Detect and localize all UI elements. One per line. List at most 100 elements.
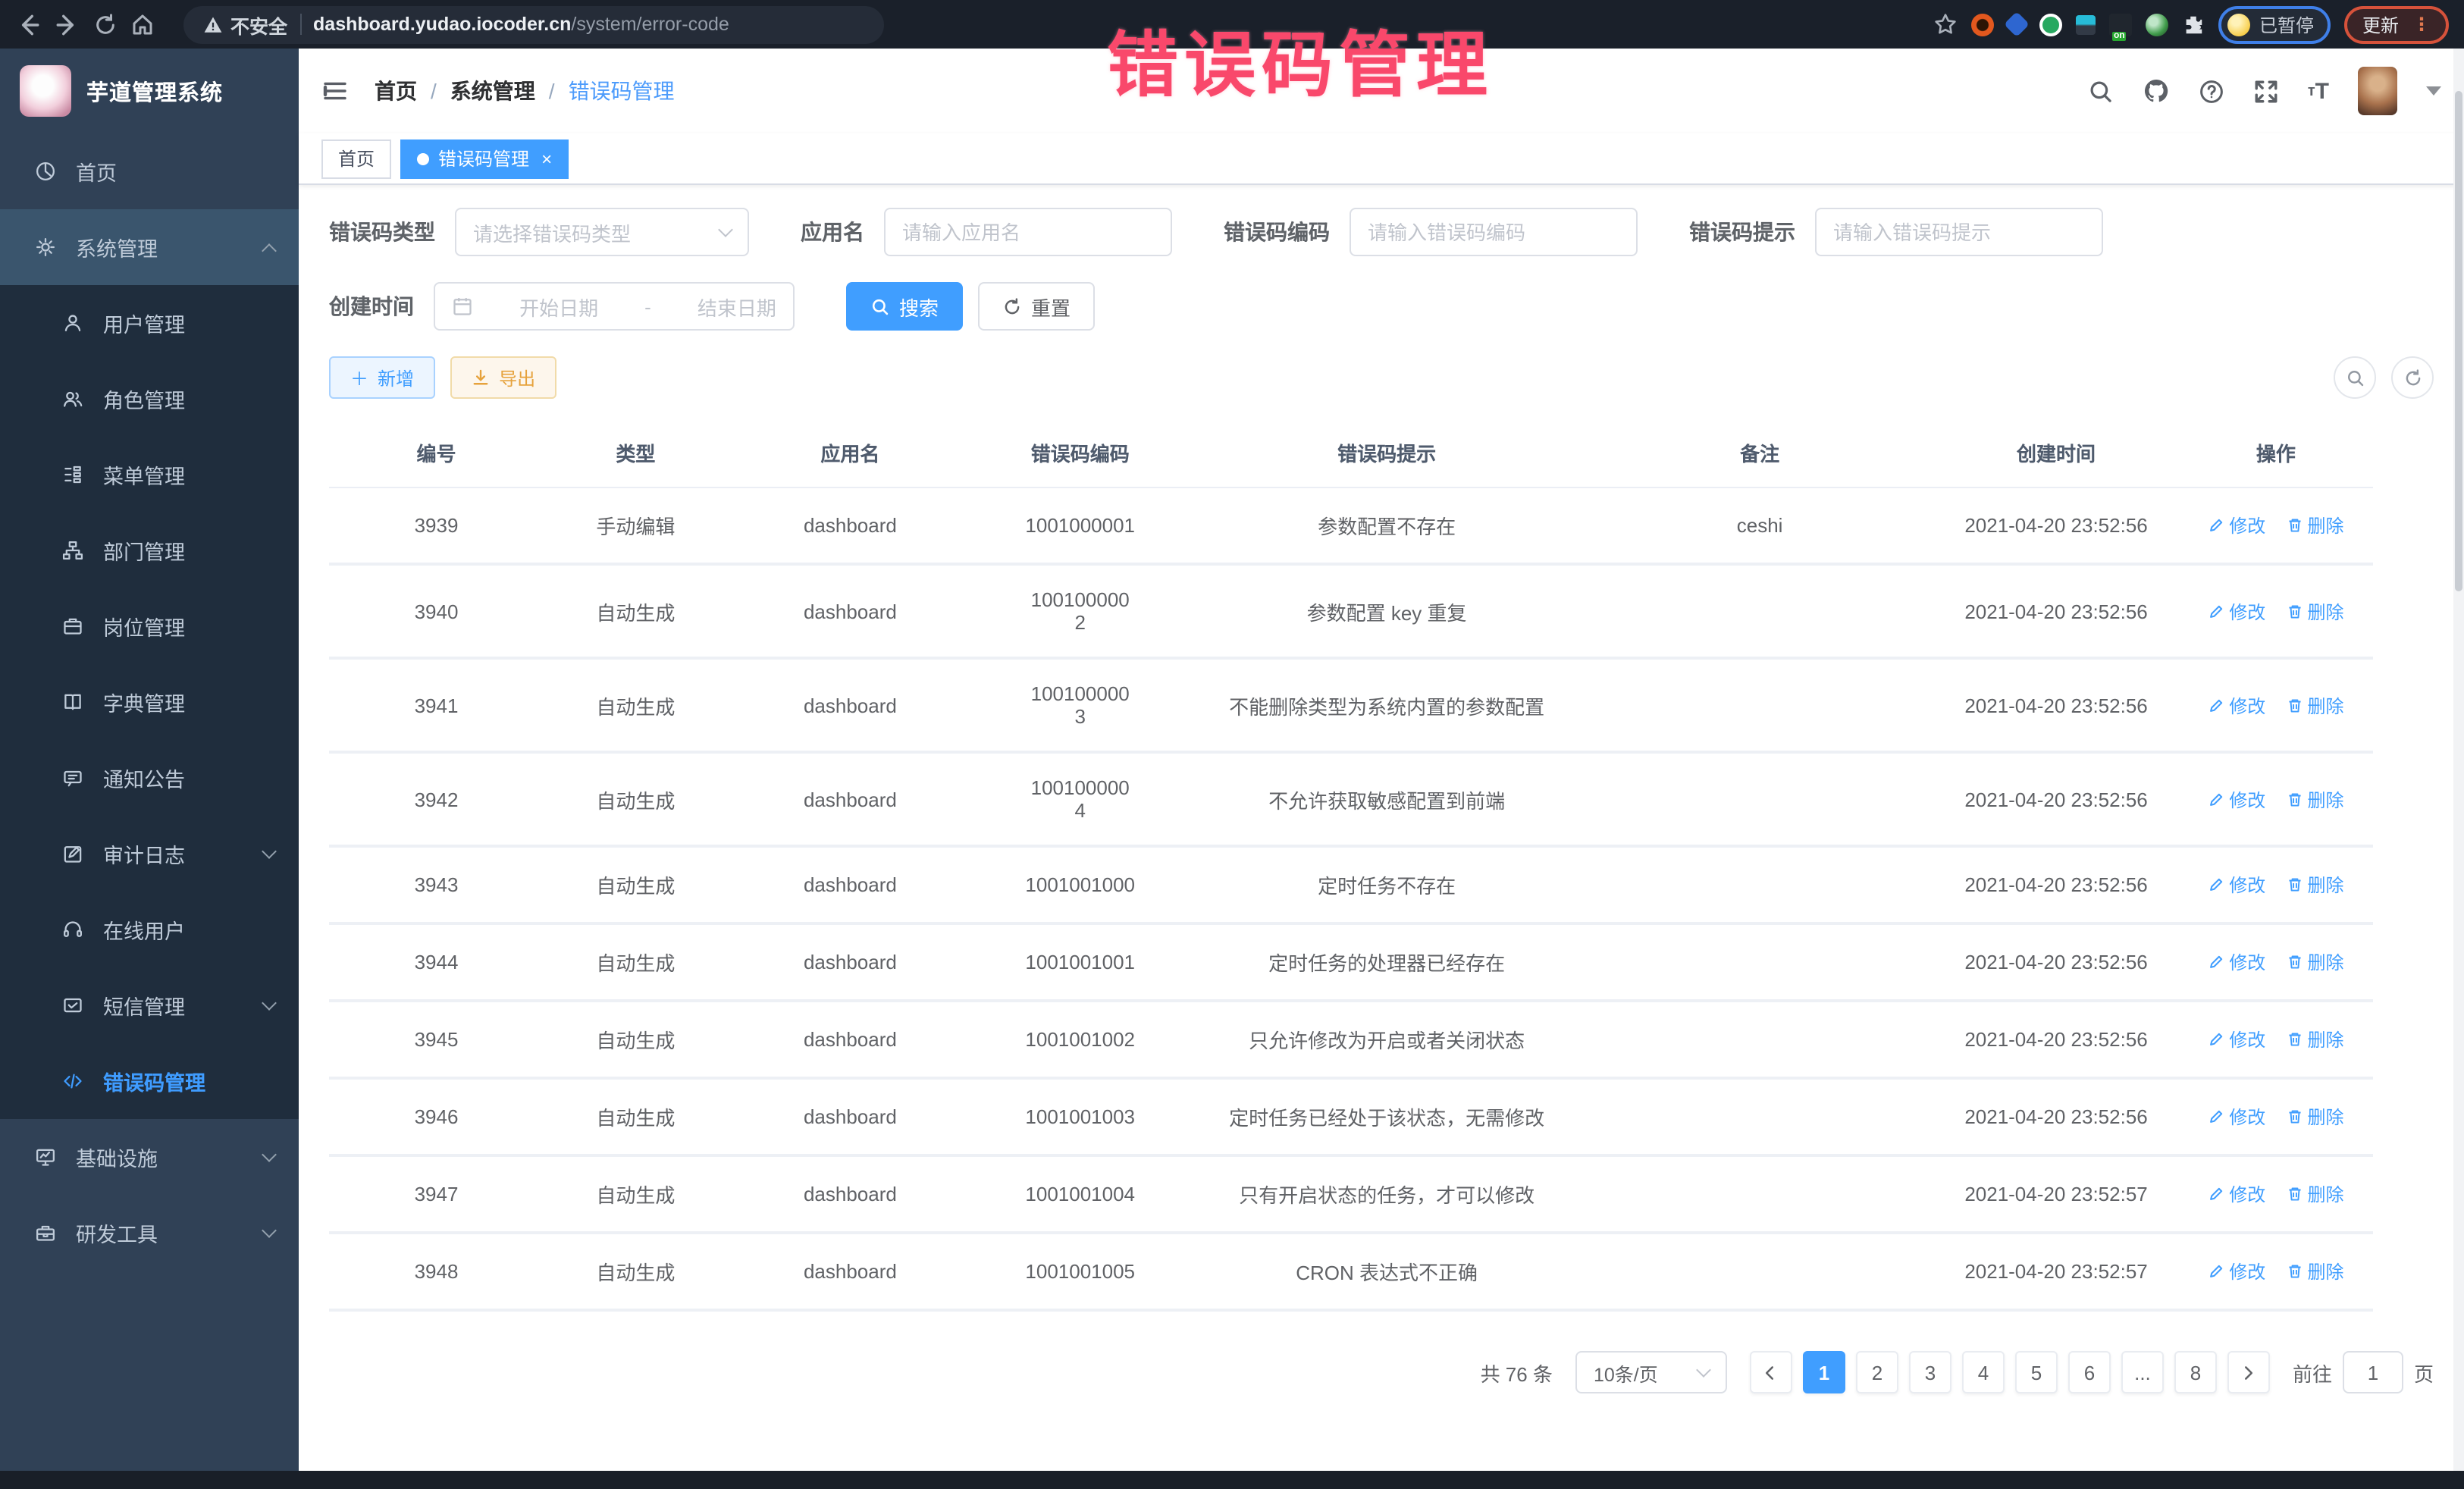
search-button[interactable]: 搜索 xyxy=(846,282,963,331)
page-content: 错误码类型 请选择错误码类型 应用名 错误码编码 xyxy=(299,185,2464,1471)
extension-icon[interactable] xyxy=(1971,13,1994,36)
cell-time: 2021-04-20 23:52:56 xyxy=(1933,846,2179,923)
help-icon[interactable] xyxy=(2199,78,2224,104)
next-page-button[interactable] xyxy=(2227,1351,2270,1393)
table-row: 3943 自动生成 dashboard 1001001000 定时任务不存在 2… xyxy=(329,846,2373,923)
profile-paused-badge[interactable]: 已暂停 xyxy=(2218,5,2331,43)
fullscreen-icon[interactable] xyxy=(2253,78,2279,104)
page-button[interactable]: 2 xyxy=(1856,1351,1898,1393)
sidebar-item[interactable]: 系统管理 xyxy=(0,209,299,285)
add-button[interactable]: ＋新增 xyxy=(329,356,435,399)
back-icon[interactable] xyxy=(15,11,41,37)
delete-link[interactable]: 删除 xyxy=(2287,598,2344,624)
caret-down-icon[interactable] xyxy=(2426,86,2441,96)
sidebar-item[interactable]: 字典管理 xyxy=(0,664,299,740)
error-type-select[interactable]: 请选择错误码类型 xyxy=(455,208,749,256)
toggle-search-icon[interactable] xyxy=(2334,356,2376,399)
extension-icon[interactable] xyxy=(2004,11,2030,37)
edit-link[interactable]: 修改 xyxy=(2208,1181,2265,1207)
delete-link[interactable]: 删除 xyxy=(2287,1104,2344,1130)
extension-icon[interactable] xyxy=(2039,13,2062,36)
edit-link[interactable]: 修改 xyxy=(2208,1027,2265,1052)
sidebar-item[interactable]: 首页 xyxy=(0,133,299,209)
breadcrumb-system[interactable]: 系统管理 xyxy=(450,76,535,106)
search-icon[interactable] xyxy=(2088,78,2114,104)
error-code-input[interactable] xyxy=(1368,221,1619,243)
sidebar-item[interactable]: 基础设施 xyxy=(0,1119,299,1195)
error-hint-input[interactable] xyxy=(1833,221,2085,243)
sidebar-item[interactable]: 角色管理 xyxy=(0,361,299,437)
home-icon[interactable] xyxy=(130,12,155,36)
delete-link[interactable]: 删除 xyxy=(2287,1027,2344,1052)
refresh-icon[interactable] xyxy=(2391,356,2434,399)
sidebar-item[interactable]: 岗位管理 xyxy=(0,588,299,664)
edit-link[interactable]: 修改 xyxy=(2208,598,2265,624)
extensions-puzzle-icon[interactable] xyxy=(2182,13,2205,36)
page-button[interactable]: 6 xyxy=(2068,1351,2111,1393)
user-icon xyxy=(61,312,85,334)
delete-link[interactable]: 删除 xyxy=(2287,949,2344,975)
address-bar[interactable]: 不安全 dashboard.yudao.iocoder.cn/system/er… xyxy=(183,5,884,43)
bookmark-star-icon[interactable] xyxy=(1933,12,1958,36)
user-avatar[interactable] xyxy=(2358,67,2397,115)
extension-icon[interactable] xyxy=(2146,13,2168,36)
reload-icon[interactable] xyxy=(94,13,117,36)
prev-page-button[interactable] xyxy=(1750,1351,1792,1393)
delete-link[interactable]: 删除 xyxy=(2287,513,2344,538)
sidebar-item[interactable]: 在线用户 xyxy=(0,892,299,967)
page-size-select[interactable]: 10条/页 xyxy=(1575,1351,1727,1393)
delete-icon xyxy=(2287,791,2303,807)
scrollbar-thumb[interactable] xyxy=(2455,91,2462,591)
edit-link[interactable]: 修改 xyxy=(2208,872,2265,898)
extension-icon[interactable] xyxy=(2109,13,2132,36)
delete-link[interactable]: 删除 xyxy=(2287,786,2344,812)
date-range-picker[interactable]: 开始日期 - 结束日期 xyxy=(434,282,795,331)
page-button[interactable]: 4 xyxy=(1962,1351,2005,1393)
page-scrollbar[interactable] xyxy=(2453,49,2464,1471)
browser-update-button[interactable]: 更新 ⋮ xyxy=(2344,5,2449,43)
tab-error-code[interactable]: 错误码管理 × xyxy=(400,139,569,178)
export-button[interactable]: 导出 xyxy=(450,356,556,399)
sidebar-item[interactable]: 菜单管理 xyxy=(0,437,299,513)
page-button[interactable]: 1 xyxy=(1803,1351,1845,1393)
forward-icon[interactable] xyxy=(55,11,80,37)
edit-link[interactable]: 修改 xyxy=(2208,949,2265,975)
sidebar-item[interactable]: 通知公告 xyxy=(0,740,299,816)
delete-link[interactable]: 删除 xyxy=(2287,1259,2344,1284)
reset-button[interactable]: 重置 xyxy=(978,282,1095,331)
delete-link[interactable]: 删除 xyxy=(2287,1181,2344,1207)
sidebar-item[interactable]: 短信管理 xyxy=(0,967,299,1043)
filter-type-label: 错误码类型 xyxy=(329,217,435,247)
font-size-icon[interactable]: тT xyxy=(2308,78,2329,104)
delete-link[interactable]: 删除 xyxy=(2287,692,2344,718)
edit-link[interactable]: 修改 xyxy=(2208,692,2265,718)
col-actions: 操作 xyxy=(2179,418,2373,487)
edit-icon xyxy=(2208,1263,2224,1280)
cell-msg: 只有开启状态的任务，才可以修改 xyxy=(1187,1155,1586,1233)
page-button[interactable]: 8 xyxy=(2174,1351,2217,1393)
filter-time-label: 创建时间 xyxy=(329,291,414,321)
edit-link[interactable]: 修改 xyxy=(2208,1259,2265,1284)
hamburger-icon[interactable] xyxy=(321,77,349,105)
breadcrumb-home[interactable]: 首页 xyxy=(375,76,417,106)
page-button[interactable]: 5 xyxy=(2015,1351,2058,1393)
sidebar-item[interactable]: 审计日志 xyxy=(0,816,299,892)
close-tab-icon[interactable]: × xyxy=(541,148,552,169)
sidebar-item[interactable]: 错误码管理 xyxy=(0,1043,299,1119)
delete-link[interactable]: 删除 xyxy=(2287,872,2344,898)
edit-link[interactable]: 修改 xyxy=(2208,1104,2265,1130)
edit-link[interactable]: 修改 xyxy=(2208,786,2265,812)
github-icon[interactable] xyxy=(2143,77,2170,105)
sidebar-item[interactable]: 用户管理 xyxy=(0,285,299,361)
extension-icon[interactable] xyxy=(2076,14,2096,34)
goto-page-input[interactable] xyxy=(2343,1351,2403,1393)
app-name-input[interactable] xyxy=(902,221,1154,243)
sidebar-item[interactable]: 部门管理 xyxy=(0,513,299,588)
tab-home[interactable]: 首页 xyxy=(321,139,391,178)
sidebar-item[interactable]: 研发工具 xyxy=(0,1195,299,1271)
table-toolbar: ＋新增 导出 xyxy=(329,356,2434,399)
page-button[interactable]: 3 xyxy=(1909,1351,1951,1393)
logo[interactable]: 芋道管理系统 xyxy=(0,49,299,133)
page-button[interactable]: ... xyxy=(2121,1351,2164,1393)
edit-link[interactable]: 修改 xyxy=(2208,513,2265,538)
